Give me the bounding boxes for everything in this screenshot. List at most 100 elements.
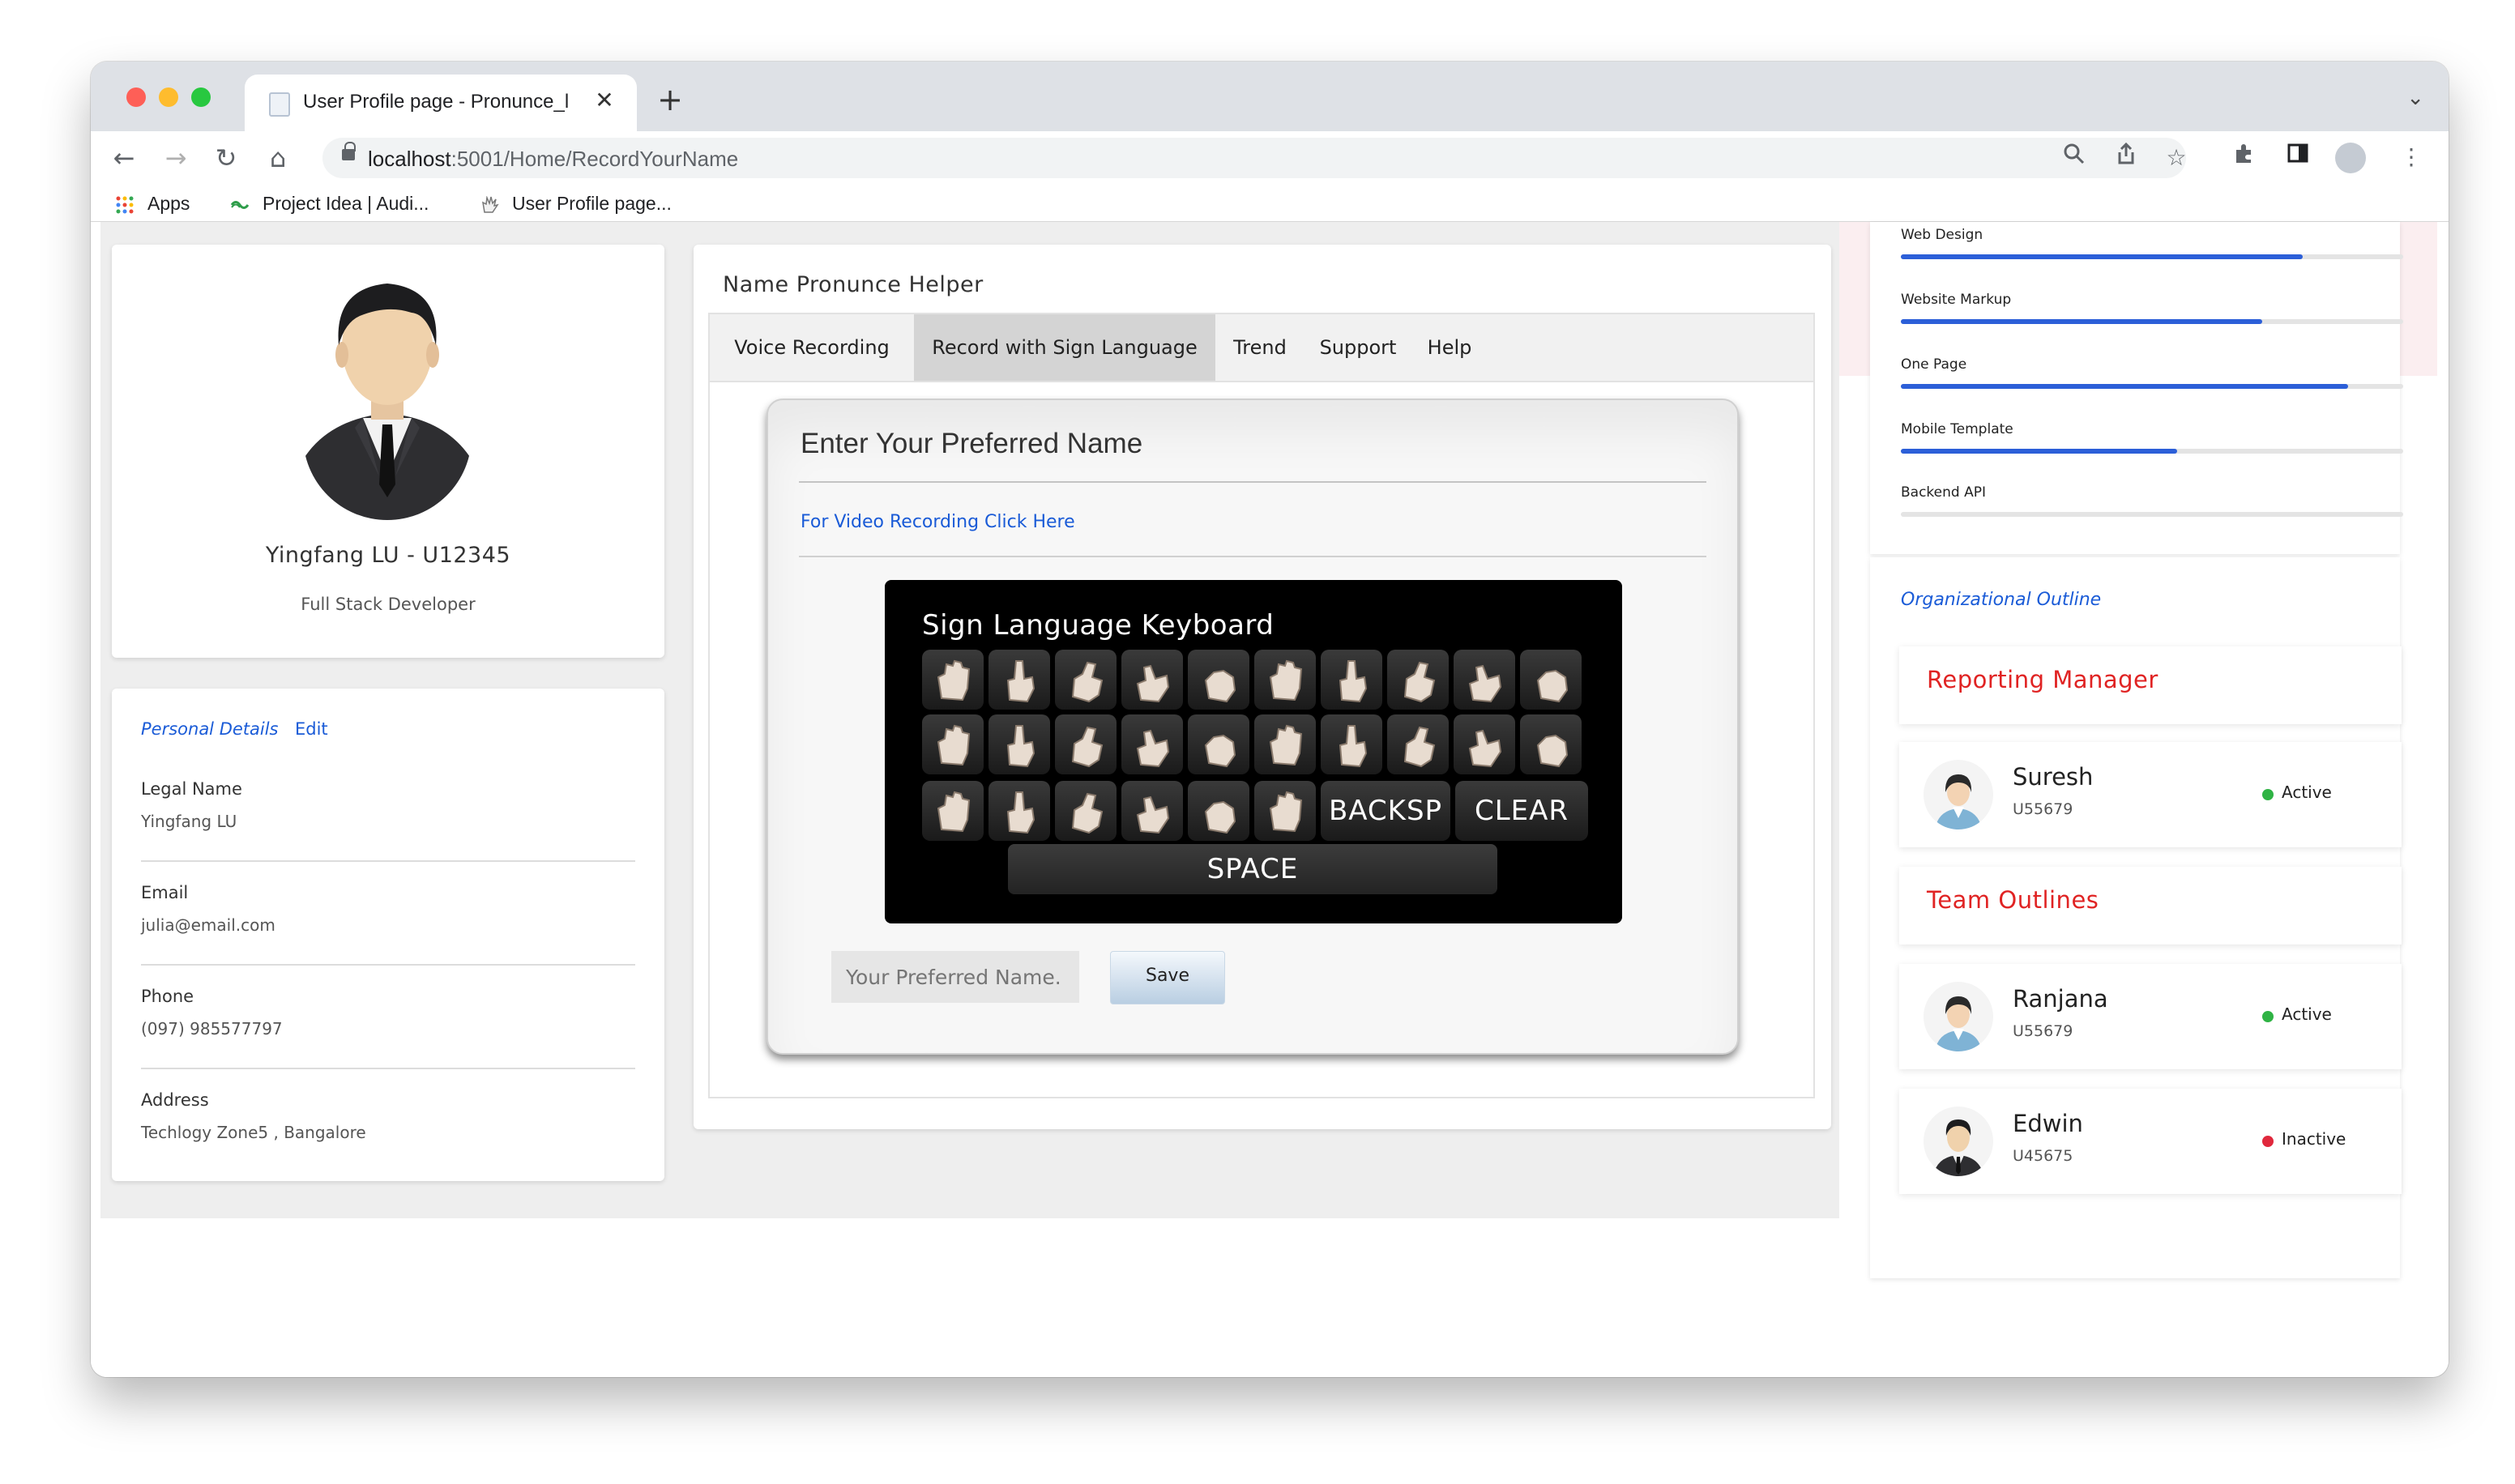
team-outlines-title: Team Outlines (1927, 886, 2099, 914)
sign-letter-key[interactable] (1454, 650, 1515, 710)
sign-letter-key[interactable] (1055, 714, 1117, 774)
user-avatar (303, 284, 472, 520)
apps-grid-icon (115, 196, 136, 214)
personal-details-title: Personal Details (141, 719, 279, 739)
sign-letter-key[interactable] (922, 714, 984, 774)
address-bar[interactable]: localhost:5001/Home/RecordYourName ☆ (322, 138, 2187, 178)
sign-letter-key[interactable] (1321, 650, 1382, 710)
divider (141, 1068, 635, 1069)
tab-close-button[interactable]: ✕ (590, 86, 619, 115)
tab-help[interactable]: Help (1411, 314, 1488, 381)
sign-letter-key[interactable] (922, 781, 984, 841)
back-arrow-icon[interactable]: ← (105, 139, 143, 177)
profile-avatar-icon[interactable] (2335, 143, 2366, 173)
tab-support[interactable]: Support (1304, 314, 1411, 381)
video-recording-link[interactable]: For Video Recording Click Here (801, 512, 1075, 532)
reporting-manager-section: Reporting Manager (1899, 646, 2402, 724)
status-dot-icon (2262, 1136, 2274, 1147)
skill-label: Backend API (1901, 484, 1986, 501)
female-avatar (1924, 982, 1993, 1051)
sign-letter-key[interactable] (1055, 650, 1117, 710)
divider (799, 481, 1706, 483)
helper-title: Name Pronunce Helper (723, 272, 984, 297)
bookmark-user-profile[interactable]: User Profile page... (480, 193, 672, 215)
reload-icon[interactable]: ↻ (207, 139, 245, 177)
skill-progress-bar (1901, 319, 2403, 324)
phone-label: Phone (141, 987, 194, 1006)
sign-letter-key[interactable] (1387, 714, 1449, 774)
bookmark-label: Project Idea | Audi... (263, 193, 429, 214)
new-tab-button[interactable]: + (653, 83, 687, 117)
team-member-name: Edwin (2013, 1110, 2083, 1137)
team-member-status: Active (2282, 1004, 2332, 1024)
tab-search-chevron-icon[interactable]: ⌄ (2406, 86, 2424, 110)
team-member-card[interactable]: Edwin U45675 Inactive (1899, 1089, 2402, 1194)
sidepanel-icon[interactable] (2280, 139, 2316, 175)
skill-progress-fill (1901, 319, 2263, 324)
helper-tabs: Voice Recording Record with Sign Languag… (710, 314, 1813, 382)
sign-letter-key[interactable] (1254, 781, 1316, 841)
sign-letter-key[interactable] (1520, 650, 1582, 710)
share-icon[interactable] (2108, 140, 2144, 176)
sign-letter-key[interactable] (988, 714, 1050, 774)
profile-name: Yingfang LU - U12345 (265, 543, 511, 568)
sign-letter-key[interactable] (1454, 714, 1515, 774)
browser-tab[interactable]: User Profile page - Pronunce_l ✕ (245, 75, 637, 131)
team-member-card[interactable]: Ranjana U55679 Active (1899, 964, 2402, 1069)
url-text: localhost:5001/Home/RecordYourName (368, 147, 739, 171)
browser-toolbar: ← → ↻ ⌂ localhost:5001/Home/RecordYourNa… (91, 131, 2449, 185)
document-favicon-icon (269, 92, 290, 117)
maximize-window-button[interactable] (191, 87, 211, 107)
skills-card: Web Design Website Markup One Page Mobil… (1870, 222, 2403, 554)
sign-letter-key[interactable] (988, 650, 1050, 710)
sign-letter-key[interactable] (1188, 781, 1249, 841)
bookmark-star-icon[interactable]: ☆ (2158, 140, 2194, 176)
sign-letter-key[interactable] (1254, 714, 1316, 774)
clear-key[interactable]: CLEAR (1455, 781, 1588, 841)
sign-hand-icon (480, 195, 501, 214)
address-value: Techlogy Zone5 , Bangalore (141, 1123, 366, 1142)
sign-letter-key[interactable] (1520, 714, 1582, 774)
save-button[interactable]: Save (1110, 951, 1225, 1004)
address-label: Address (141, 1090, 209, 1110)
skill-progress-bar (1901, 449, 2403, 454)
minimize-window-button[interactable] (159, 87, 178, 107)
team-member-status: Inactive (2282, 1129, 2346, 1149)
skill-label: Web Design (1901, 227, 1983, 243)
tab-voice-recording[interactable]: Voice Recording (710, 314, 914, 381)
sign-letter-key[interactable] (1387, 650, 1449, 710)
tab-sign-language[interactable]: Record with Sign Language (914, 314, 1215, 381)
email-label: Email (141, 883, 189, 902)
edit-link[interactable]: Edit (295, 719, 328, 739)
tab-title: User Profile page - Pronunce_l (303, 91, 570, 113)
sign-letter-key[interactable] (1321, 714, 1382, 774)
extensions-icon[interactable] (2227, 139, 2262, 175)
space-key[interactable]: SPACE (1008, 844, 1497, 894)
sign-language-keyboard: Sign Language Keyboard BACKSP CLEAR SPAC… (885, 580, 1622, 923)
manager-card[interactable]: Suresh U55679 Active (1899, 742, 2402, 847)
forward-arrow-icon[interactable]: → (157, 139, 194, 177)
zoom-icon[interactable] (2056, 140, 2092, 176)
preferred-name-input[interactable] (831, 951, 1079, 1003)
skill-progress-fill (1901, 449, 2177, 454)
menu-kebab-icon[interactable]: ⋮ (2393, 139, 2429, 175)
sign-letter-key[interactable] (988, 781, 1050, 841)
profile-card: Yingfang LU - U12345 Full Stack Develope… (112, 245, 664, 658)
sign-letter-key[interactable] (922, 650, 984, 710)
sign-letter-key[interactable] (1121, 714, 1183, 774)
close-window-button[interactable] (126, 87, 146, 107)
sign-letter-key[interactable] (1121, 781, 1183, 841)
status-dot-icon (2262, 1011, 2274, 1022)
bookmark-project-idea[interactable]: Project Idea | Audi... (230, 193, 429, 215)
organizational-outline-card: Organizational Outline Reporting Manager… (1870, 557, 2402, 1278)
home-icon[interactable]: ⌂ (259, 139, 297, 177)
sign-letter-key[interactable] (1188, 650, 1249, 710)
backspace-key[interactable]: BACKSP (1321, 781, 1450, 841)
team-member-name: Ranjana (2013, 985, 2108, 1013)
bookmark-apps[interactable]: Apps (115, 193, 190, 215)
sign-letter-key[interactable] (1055, 781, 1117, 841)
tab-trend[interactable]: Trend (1215, 314, 1304, 381)
sign-letter-key[interactable] (1254, 650, 1316, 710)
sign-letter-key[interactable] (1121, 650, 1183, 710)
sign-letter-key[interactable] (1188, 714, 1249, 774)
